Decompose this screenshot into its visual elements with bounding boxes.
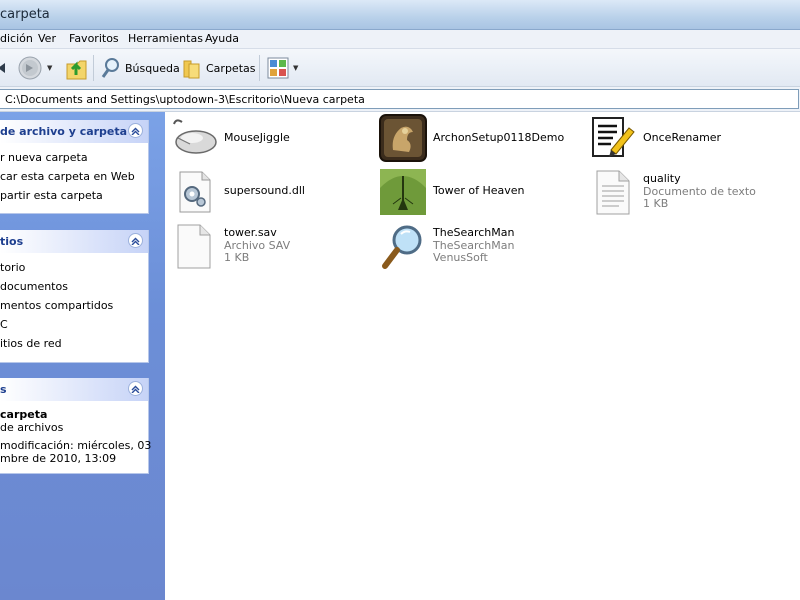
magnifier-icon	[382, 225, 422, 269]
panel-header[interactable]: s	[0, 378, 148, 401]
back-arrow-icon	[0, 63, 5, 73]
collapse-chevron-icon[interactable]	[128, 233, 143, 248]
views-icon	[267, 57, 289, 79]
file-item[interactable]: Tower of Heaven	[379, 168, 579, 220]
file-item[interactable]: supersound.dll	[170, 168, 370, 220]
file-item[interactable]: TheSearchMan TheSearchMan VenusSoft	[379, 222, 579, 274]
dll-icon	[179, 171, 211, 213]
address-bar	[0, 87, 800, 112]
publish-web-link[interactable]: car esta carpeta en Web	[0, 170, 135, 183]
panel-title: tios	[0, 235, 24, 248]
file-name: TheSearchMan	[433, 226, 515, 239]
file-name: MouseJiggle	[224, 131, 290, 144]
file-item[interactable]: MouseJiggle	[170, 114, 370, 166]
file-name: ArchonSetup0118Demo	[433, 131, 565, 144]
desktop-link[interactable]: torio	[0, 261, 25, 274]
file-name: supersound.dll	[224, 184, 305, 197]
archon-icon	[379, 114, 427, 162]
file-name: quality	[643, 172, 681, 185]
folders-button[interactable]: Carpetas	[182, 54, 255, 82]
search-button[interactable]: Búsqueda	[101, 54, 180, 82]
file-item[interactable]: tower.sav Archivo SAV 1 KB	[170, 222, 370, 274]
folders-icon	[183, 60, 200, 79]
renamer-icon	[592, 117, 635, 157]
address-input[interactable]	[0, 89, 799, 109]
file-item[interactable]: quality Documento de texto 1 KB	[589, 168, 789, 220]
details-panel: s carpeta de archivos modificación: miér…	[0, 378, 152, 474]
file-size: 1 KB	[643, 197, 669, 210]
details-type: de archivos	[0, 421, 64, 434]
forward-icon	[18, 56, 42, 80]
share-folder-link[interactable]: partir esta carpeta	[0, 189, 103, 202]
other-places-panel: tios torio documentos mentos compartidos…	[0, 230, 149, 363]
panel-header[interactable]: tios	[0, 230, 148, 253]
up-folder-icon	[66, 60, 87, 80]
chevron-down-icon[interactable]: ▼	[47, 64, 52, 72]
back-button[interactable]	[0, 54, 10, 82]
up-folder-button[interactable]	[64, 54, 88, 82]
my-computer-link[interactable]: C	[0, 318, 8, 331]
shared-documents-link[interactable]: mentos compartidos	[0, 299, 113, 312]
window-title: carpeta	[0, 7, 50, 22]
new-folder-link[interactable]: r nueva carpeta	[0, 151, 88, 164]
file-company: VenusSoft	[433, 251, 488, 264]
title-bar: carpeta	[0, 0, 800, 30]
toolbar-separator	[93, 55, 94, 81]
menu-edit[interactable]: dición	[0, 32, 33, 45]
search-label: Búsqueda	[125, 61, 180, 75]
file-name: Tower of Heaven	[433, 184, 525, 197]
menu-bar: dición Ver Favoritos Herramientas Ayuda	[0, 30, 800, 49]
menu-help[interactable]: Ayuda	[205, 32, 239, 45]
forward-button[interactable]: ▼	[16, 54, 52, 82]
views-button[interactable]: ▼	[266, 54, 298, 82]
network-places-link[interactable]: itios de red	[0, 337, 62, 350]
menu-view[interactable]: Ver	[38, 32, 56, 45]
details-modified-cont: mbre de 2010, 13:09	[0, 452, 117, 465]
folders-label: Carpetas	[206, 61, 256, 75]
file-size: 1 KB	[224, 251, 250, 264]
file-name: OnceRenamer	[643, 131, 722, 144]
collapse-chevron-icon[interactable]	[128, 123, 143, 138]
chevron-down-icon[interactable]: ▼	[293, 64, 298, 72]
toolbar-separator	[259, 55, 260, 81]
file-name: tower.sav	[224, 226, 277, 239]
details-modified: modificación: miércoles, 03	[0, 439, 152, 452]
menu-tools[interactable]: Herramientas	[128, 32, 203, 45]
task-pane: de archivo y carpeta r nueva carpeta car…	[0, 112, 165, 600]
panel-header[interactable]: de archivo y carpeta	[0, 120, 148, 143]
text-file-icon	[596, 170, 630, 215]
file-tasks-panel: de archivo y carpeta r nueva carpeta car…	[0, 120, 149, 214]
mouse-icon	[173, 119, 217, 154]
file-item[interactable]: OnceRenamer	[589, 114, 789, 166]
file-item[interactable]: ArchonSetup0118Demo	[379, 114, 579, 166]
menu-favorites[interactable]: Favoritos	[69, 32, 119, 45]
tower-icon	[380, 169, 426, 215]
toolbar: ▼ Búsqueda Carpetas ▼	[0, 49, 800, 87]
collapse-chevron-icon[interactable]	[128, 381, 143, 396]
blank-file-icon	[177, 224, 211, 269]
panel-title: s	[0, 383, 7, 396]
panel-title: de archivo y carpeta	[0, 125, 128, 138]
my-documents-link[interactable]: documentos	[0, 280, 68, 293]
search-icon	[101, 58, 119, 78]
file-list: MouseJiggle ArchonSetup0118Demo OnceRena…	[165, 112, 800, 600]
details-name: carpeta	[0, 408, 48, 421]
